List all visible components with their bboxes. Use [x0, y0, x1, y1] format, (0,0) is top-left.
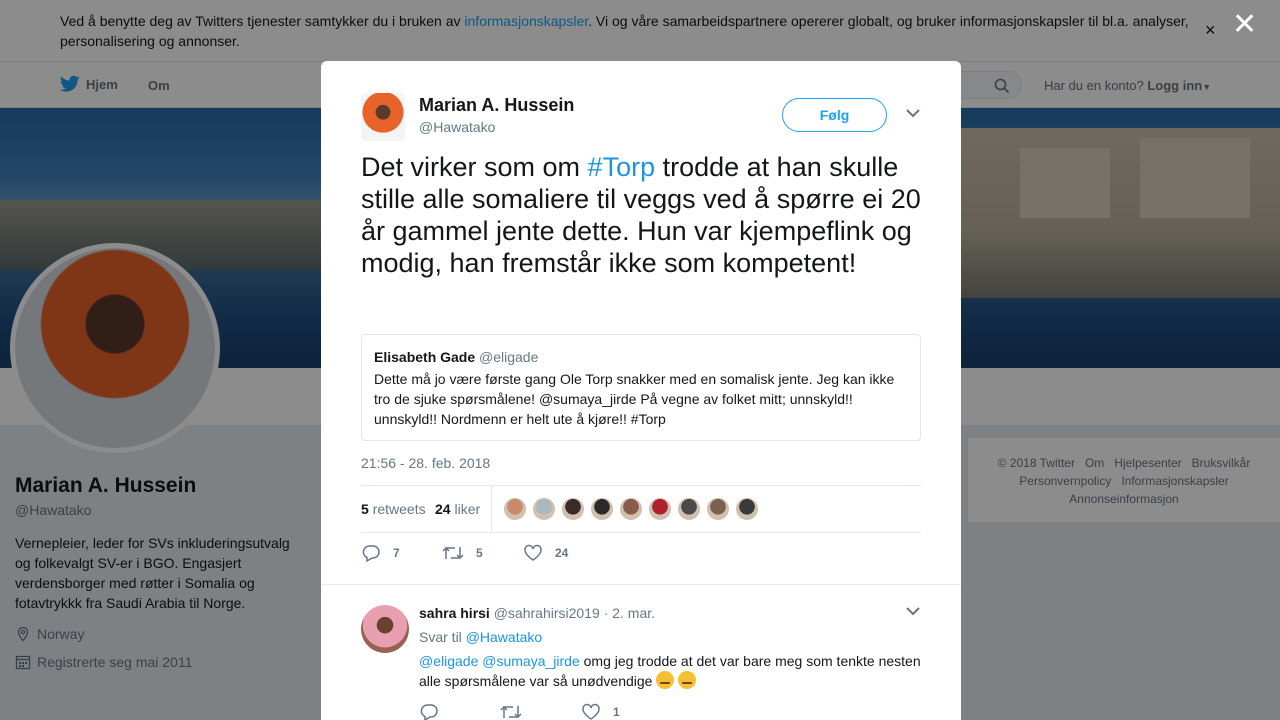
tweet-modal: Marian A. Hussein @Hawatako Følg Det vir… — [321, 61, 961, 720]
reply-actions: 1 — [419, 703, 719, 720]
like-action[interactable]: 1 — [581, 703, 620, 720]
reply-action[interactable] — [419, 703, 451, 720]
reply-count: 7 — [393, 546, 400, 560]
reply-to-line: Svar til @Hawatako — [419, 629, 543, 645]
heart-icon — [582, 703, 600, 720]
author-handle[interactable]: @Hawatako — [419, 119, 495, 135]
like-count: 24 — [555, 546, 569, 560]
reply-author-avatar[interactable] — [361, 605, 409, 653]
liker-avatar[interactable] — [561, 497, 585, 521]
chevron-down-icon[interactable] — [904, 605, 922, 617]
reply-header: sahra hirsi @sahrahirsi2019 · 2. mar. — [419, 605, 655, 621]
reply-author-name[interactable]: sahra hirsi — [419, 605, 490, 621]
reply-action[interactable]: 7 — [361, 544, 400, 562]
liker-avatar[interactable] — [503, 497, 527, 521]
close-modal-button[interactable]: ✕ — [1232, 10, 1257, 40]
reply-icon — [362, 545, 380, 562]
quote-author-handle: @eligade — [479, 349, 539, 365]
liker-avatar[interactable] — [677, 497, 701, 521]
liker-avatar[interactable] — [590, 497, 614, 521]
author-avatar[interactable] — [361, 93, 405, 141]
liker-avatar[interactable] — [735, 497, 759, 521]
author-name[interactable]: Marian A. Hussein — [419, 95, 574, 116]
retweet-icon — [442, 546, 464, 560]
mention-link[interactable]: @eligade — [419, 653, 478, 669]
unamused-face-emoji-icon — [656, 671, 675, 689]
reply-date[interactable]: 2. mar. — [612, 605, 655, 621]
tweet-timestamp: 21:56 - 28. feb. 2018 — [361, 455, 491, 471]
retweet-stat[interactable]: 5 retweets — [361, 501, 426, 517]
liker-avatar[interactable] — [532, 497, 556, 521]
retweet-icon — [500, 705, 522, 719]
retweet-count: 5 — [476, 546, 483, 560]
retweet-action[interactable]: 5 — [442, 544, 483, 562]
quoted-tweet[interactable]: Elisabeth Gade @eligade Dette må jo være… — [361, 334, 921, 441]
like-stat[interactable]: 24 liker — [435, 501, 480, 517]
quote-text: Dette må jo være første gang Ole Torp sn… — [374, 371, 895, 427]
liker-avatar[interactable] — [706, 497, 730, 521]
stats-divider — [491, 486, 492, 532]
like-count: 1 — [613, 705, 620, 719]
chevron-down-icon[interactable] — [904, 107, 922, 119]
hashtag-link[interactable]: #Torp — [588, 152, 656, 182]
unamused-face-emoji-icon — [678, 671, 697, 689]
divider — [321, 584, 961, 585]
reply-icon — [420, 704, 438, 720]
tweet-actions: 7 5 24 — [361, 544, 661, 564]
tweet-text: Det virker som om #Torp trodde at han sk… — [361, 152, 921, 278]
separator-dot: · — [603, 605, 609, 621]
tweet-stats: 5 retweets 24 liker — [361, 485, 921, 533]
follow-button[interactable]: Følg — [782, 98, 887, 132]
mention-link[interactable]: @Hawatako — [466, 629, 542, 645]
quote-author-name: Elisabeth Gade — [374, 349, 476, 365]
liker-avatar[interactable] — [619, 497, 643, 521]
mention-link[interactable]: @sumaya_jirde — [482, 653, 579, 669]
reply-text: @eligade @sumaya_jirde omg jeg trodde at… — [419, 653, 921, 689]
liker-avatars — [503, 497, 759, 521]
like-action[interactable]: 24 — [523, 544, 568, 562]
reply-author-handle[interactable]: @sahrahirsi2019 — [494, 605, 600, 621]
heart-icon — [524, 544, 542, 561]
liker-avatar[interactable] — [648, 497, 672, 521]
retweet-action[interactable] — [500, 703, 534, 720]
